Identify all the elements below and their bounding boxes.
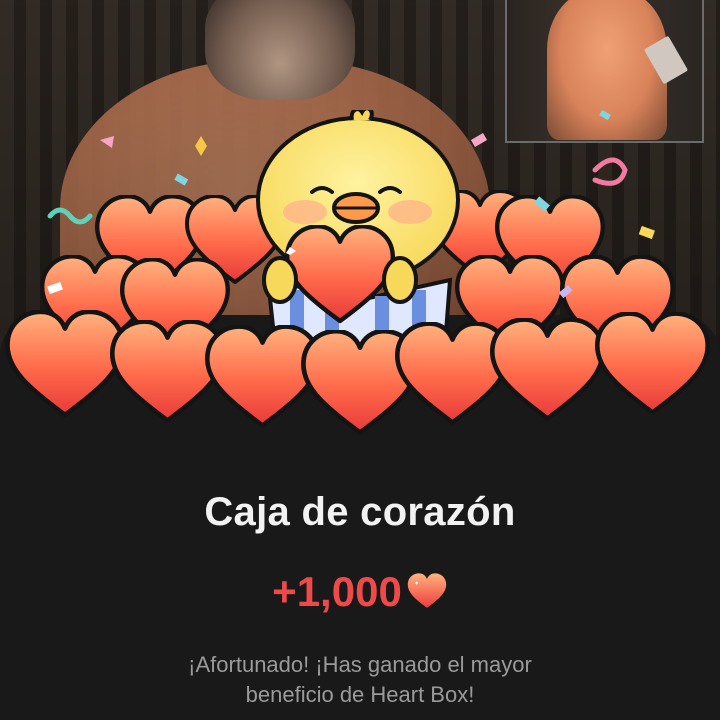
reward-amount: +1,000 <box>272 568 402 615</box>
heart-icon <box>407 573 447 608</box>
reward-title: Caja de corazón <box>204 490 516 534</box>
description-line-1: ¡Afortunado! ¡Has ganado el mayor <box>188 652 532 677</box>
description-line-2: beneficio de Heart Box! <box>245 682 475 707</box>
reward-amount-row: +1,000 <box>0 568 720 616</box>
heart-box-illustration <box>0 110 720 440</box>
reward-description: ¡Afortunado! ¡Has ganado el mayor benefi… <box>60 650 660 710</box>
